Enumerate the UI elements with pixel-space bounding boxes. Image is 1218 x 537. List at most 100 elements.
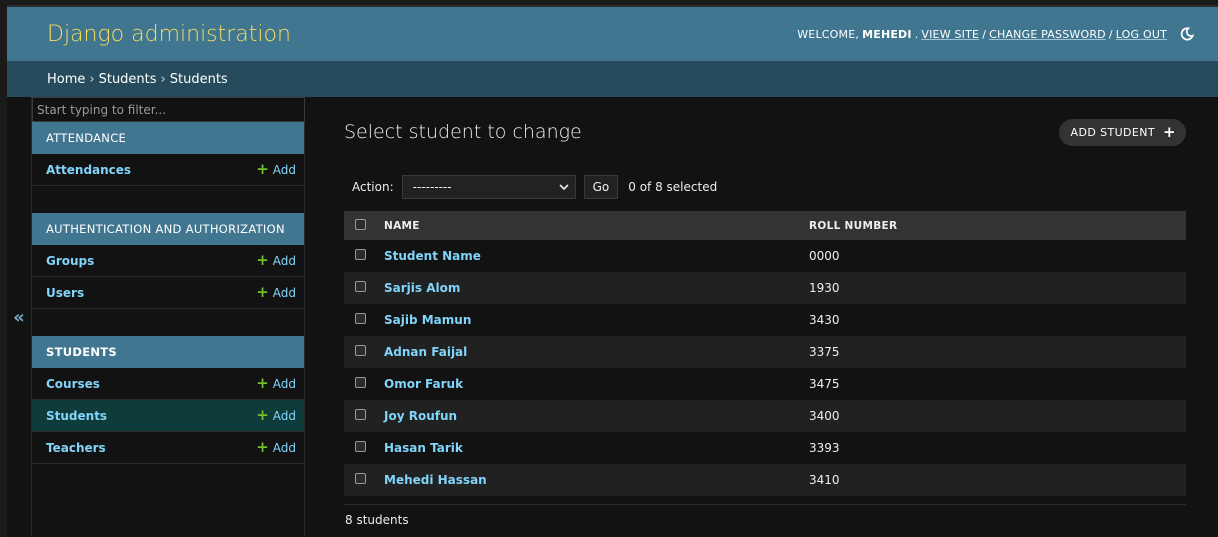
add-plus-icon: + <box>256 160 269 178</box>
actions-bar: Action: --------- Go 0 of 8 selected <box>344 167 1186 207</box>
model-link[interactable]: Users <box>46 286 84 300</box>
row-checkbox[interactable] <box>355 409 366 420</box>
action-label: Action: <box>352 180 394 194</box>
add-plus-icon: + <box>256 406 269 424</box>
nav-filter-input[interactable] <box>32 97 305 122</box>
student-name-link[interactable]: Omor Faruk <box>384 377 463 391</box>
model-link[interactable]: Teachers <box>46 441 106 455</box>
separator: / <box>982 27 987 41</box>
view-site-link[interactable]: VIEW SITE <box>921 28 979 41</box>
add-link[interactable]: + Add <box>256 253 296 268</box>
breadcrumb-app[interactable]: Students <box>99 72 157 87</box>
log-out-link[interactable]: LOG OUT <box>1116 28 1167 41</box>
roll-number: 3430 <box>809 304 1186 336</box>
module-auth: AUTHENTICATION AND AUTHORIZATION Groups … <box>32 213 304 309</box>
collapse-chevron-icon: « <box>13 306 25 328</box>
student-name-link[interactable]: Joy Roufun <box>384 409 457 423</box>
action-select[interactable]: --------- <box>401 175 576 199</box>
selection-counter: 0 of 8 selected <box>628 180 718 194</box>
student-name-link[interactable]: Student Name <box>384 249 481 263</box>
page-title: Select student to change <box>344 121 582 143</box>
sidebar-item-users: Users + Add <box>32 277 304 309</box>
row-checkbox[interactable] <box>355 377 366 388</box>
module-caption[interactable]: STUDENTS <box>32 336 304 368</box>
table-row: Omor Faruk 3475 <box>344 368 1186 400</box>
paginator: 8 students <box>344 504 1186 534</box>
site-brand[interactable]: Django administration <box>47 22 291 47</box>
row-checkbox[interactable] <box>355 345 366 356</box>
student-name-link[interactable]: Sajib Mamun <box>384 313 471 327</box>
add-link[interactable]: + Add <box>256 408 296 423</box>
model-link[interactable]: Courses <box>46 377 100 391</box>
sidebar-item-groups: Groups + Add <box>32 245 304 277</box>
module-caption[interactable]: ATTENDANCE <box>32 122 304 154</box>
column-header-name[interactable]: NAME <box>384 211 809 240</box>
model-link[interactable]: Attendances <box>46 163 131 177</box>
row-checkbox[interactable] <box>355 473 366 484</box>
breadcrumb: Home › Students › Students <box>7 61 1218 97</box>
plus-icon: + <box>1163 122 1176 141</box>
student-name-link[interactable]: Hasan Tarik <box>384 441 463 455</box>
add-link[interactable]: + Add <box>256 285 296 300</box>
sidebar-item-attendances: Attendances + Add <box>32 154 304 186</box>
add-student-button[interactable]: ADD STUDENT + <box>1058 118 1186 146</box>
breadcrumb-home[interactable]: Home <box>47 72 85 87</box>
row-checkbox[interactable] <box>355 441 366 452</box>
table-row: Adnan Faijal 3375 <box>344 336 1186 368</box>
roll-number: 3475 <box>809 368 1186 400</box>
result-table: NAME ROLL NUMBER Student Name 0000 Sarji… <box>344 211 1186 496</box>
module-attendance: ATTENDANCE Attendances + Add <box>32 122 304 186</box>
welcome-text: WELCOME, <box>797 27 860 41</box>
student-name-link[interactable]: Sarjis Alom <box>384 281 460 295</box>
roll-number: 3393 <box>809 432 1186 464</box>
header: Django administration WELCOME, MEHEDI. V… <box>7 5 1218 61</box>
module-students: STUDENTS Courses + Add Students + Add Teac… <box>32 336 304 464</box>
sidebar-item-courses: Courses + Add <box>32 368 304 400</box>
main-content: Select student to change ADD STUDENT + A… <box>305 97 1218 537</box>
add-plus-icon: + <box>256 374 269 392</box>
module-caption[interactable]: AUTHENTICATION AND AUTHORIZATION <box>32 213 304 245</box>
add-link[interactable]: + Add <box>256 162 296 177</box>
column-header-roll-number[interactable]: ROLL NUMBER <box>809 211 1186 240</box>
admin-frame: Django administration WELCOME, MEHEDI. V… <box>7 5 1218 537</box>
add-link[interactable]: + Add <box>256 376 296 391</box>
table-row: Mehedi Hassan 3410 <box>344 464 1186 496</box>
table-header-row: NAME ROLL NUMBER <box>344 211 1186 240</box>
table-row: Joy Roufun 3400 <box>344 400 1186 432</box>
breadcrumb-chevron-icon: › <box>160 71 166 87</box>
sidebar: ATTENDANCE Attendances +Add AUTHENTICATI… <box>32 97 305 537</box>
table-row: Sarjis Alom 1930 <box>344 272 1186 304</box>
breadcrumb-chevron-icon: › <box>89 71 95 87</box>
add-plus-icon: + <box>256 438 269 456</box>
row-checkbox[interactable] <box>355 281 366 292</box>
username: MEHEDI <box>862 27 912 41</box>
go-button[interactable]: Go <box>583 175 619 199</box>
select-all-cell <box>344 211 384 240</box>
separator: / <box>1108 27 1113 41</box>
row-checkbox[interactable] <box>355 249 366 260</box>
model-link[interactable]: Students <box>46 409 107 423</box>
breadcrumb-current: Students <box>169 71 228 87</box>
select-all-checkbox[interactable] <box>355 218 366 230</box>
sidebar-item-teachers: Teachers + Add <box>32 432 304 464</box>
roll-number: 3410 <box>809 464 1186 496</box>
change-password-link[interactable]: CHANGE PASSWORD <box>989 28 1106 41</box>
row-checkbox[interactable] <box>355 313 366 324</box>
roll-number: 1930 <box>809 272 1186 304</box>
add-plus-icon: + <box>256 283 269 301</box>
user-tools: WELCOME, MEHEDI. VIEW SITE / CHANGE PASS… <box>797 25 1196 43</box>
chevron-down-icon <box>559 180 569 194</box>
add-link[interactable]: + Add <box>256 440 296 455</box>
sidebar-toggle-button[interactable]: « <box>7 97 32 537</box>
table-row: Hasan Tarik 3393 <box>344 432 1186 464</box>
add-plus-icon: + <box>256 251 269 269</box>
table-row: Sajib Mamun 3430 <box>344 304 1186 336</box>
sidebar-item-students: Students + Add <box>32 400 304 432</box>
roll-number: 3375 <box>809 336 1186 368</box>
student-name-link[interactable]: Adnan Faijal <box>384 345 467 359</box>
table-row: Student Name 0000 <box>344 240 1186 272</box>
theme-toggle-moon-icon[interactable] <box>1178 25 1196 43</box>
model-link[interactable]: Groups <box>46 254 94 268</box>
roll-number: 3400 <box>809 400 1186 432</box>
student-name-link[interactable]: Mehedi Hassan <box>384 473 487 487</box>
